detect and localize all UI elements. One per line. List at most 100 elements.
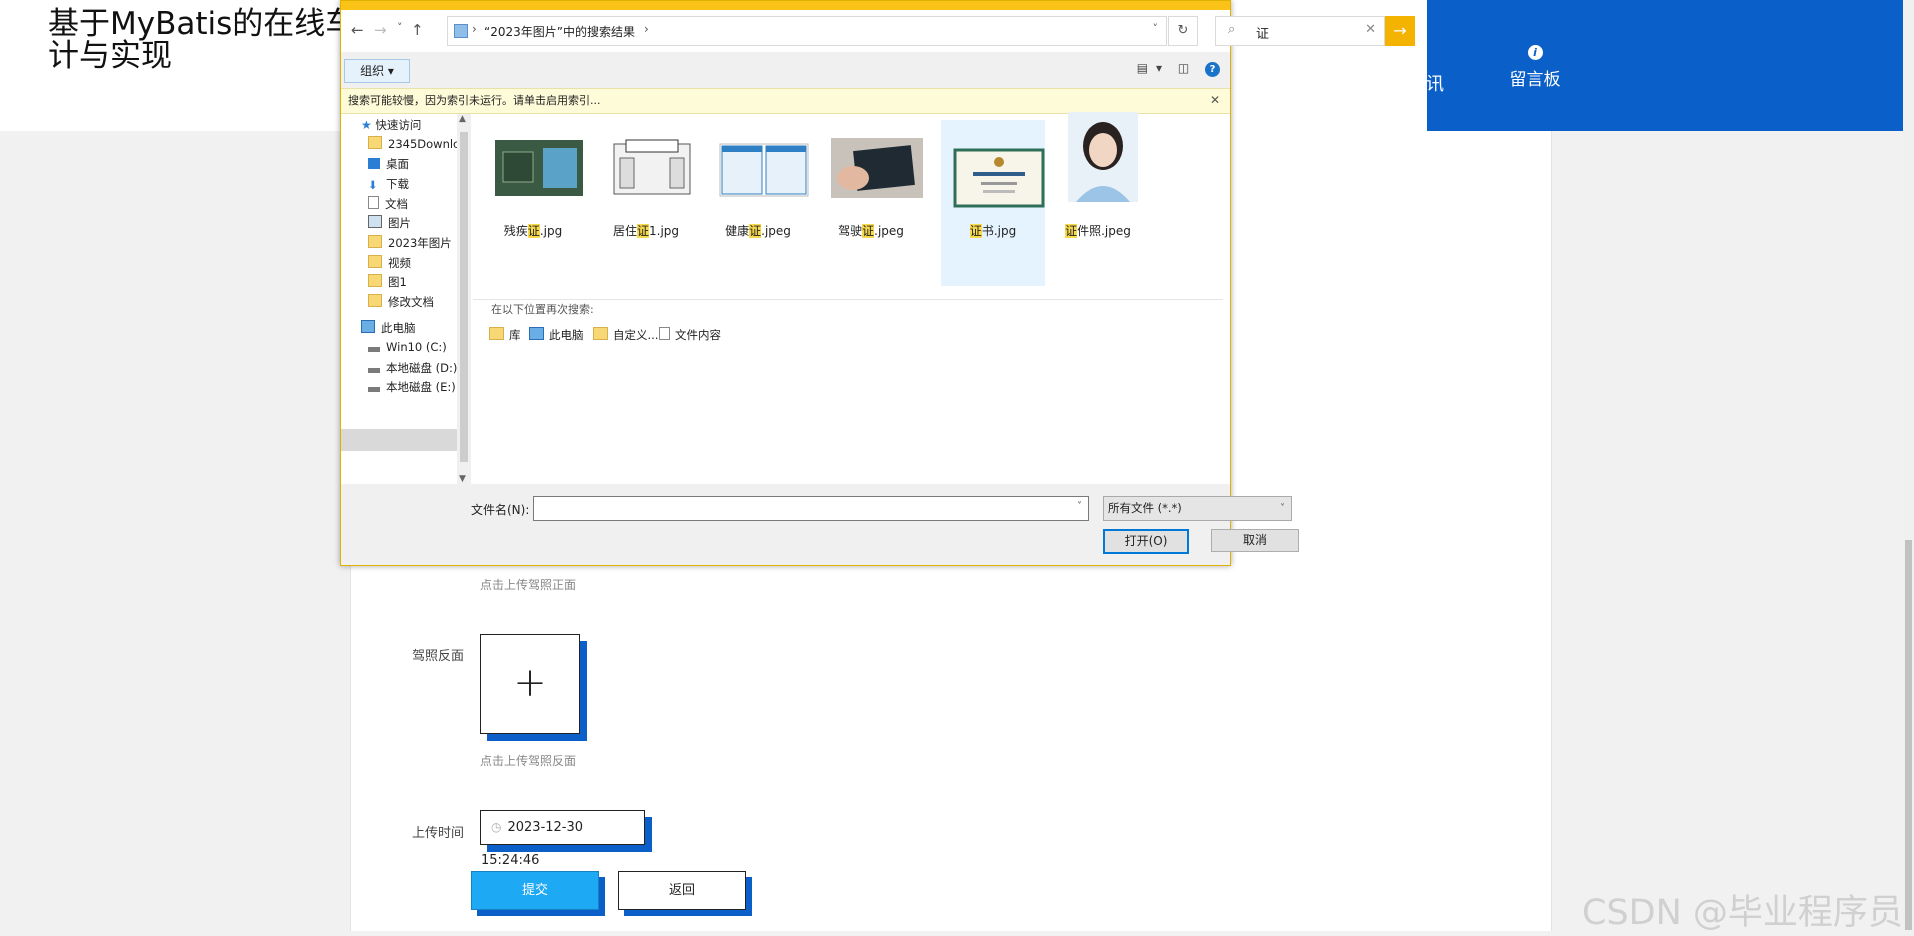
address-bar[interactable]: › “2023年图片”中的搜索结果 › ˅	[447, 16, 1167, 46]
nav-item-pictures[interactable]: 图片	[368, 215, 411, 231]
nav-item-drive-e[interactable]: 本地磁盘 (E:)	[368, 379, 456, 395]
folder-icon	[368, 274, 382, 287]
open-button[interactable]: 打开(O)	[1103, 529, 1189, 554]
file-item[interactable]: 证件照.jpeg	[1046, 112, 1150, 286]
navigation-pane-scrollbar[interactable]: ▲ ▼	[457, 114, 471, 484]
forward-arrow-icon[interactable]: →	[374, 21, 387, 39]
nav-item-label: 此电脑	[381, 321, 416, 335]
clock-icon: ◷	[491, 820, 502, 834]
document-icon	[659, 327, 670, 340]
nav-item-label: 修改文档	[388, 295, 434, 309]
chevron-down-icon[interactable]: ˅	[1153, 22, 1159, 35]
disability-cert-thumbnail	[495, 140, 583, 196]
dialog-titlebar[interactable]	[341, 1, 1230, 10]
desktop-icon	[368, 158, 380, 169]
search-value: 证	[1256, 27, 1270, 42]
search-again-item-label: 自定义...	[613, 328, 659, 342]
scrollbar-thumb[interactable]	[460, 132, 468, 462]
submit-button[interactable]: 提交	[471, 871, 599, 910]
page-scrollbar-thumb[interactable]	[1905, 540, 1912, 930]
front-upload-hint: 点击上传驾照正面	[480, 578, 577, 592]
nav-item-documents[interactable]: 文档	[368, 196, 408, 212]
search-input[interactable]: ⌕ 证 ✕	[1215, 16, 1385, 46]
nav-item-label: Win10 (C:)	[386, 340, 447, 354]
file-item[interactable]: 残疾证.jpg	[481, 120, 585, 286]
dialog-bottom-bar: 文件名(N): ˅ 所有文件 (*.*) ˅ 打开(O) 取消	[341, 484, 1299, 565]
back-license-label: 驾照反面	[412, 649, 465, 664]
recent-locations-icon[interactable]: ˅	[397, 21, 403, 34]
site-title-line1: 基于MyBatis的在线车	[48, 6, 357, 42]
file-type-filter[interactable]: 所有文件 (*.*) ˅	[1103, 496, 1292, 521]
up-arrow-icon[interactable]: ↑	[411, 21, 424, 39]
nav-item-2345downloads[interactable]: 2345Downlc	[368, 136, 459, 151]
back-arrow-icon[interactable]: ←	[351, 21, 364, 39]
nav-item-drive-d[interactable]: 本地磁盘 (D:)	[368, 360, 457, 376]
folder-icon	[368, 255, 382, 268]
nav-message-board-label: 留言板	[1509, 70, 1561, 90]
divider	[473, 299, 1223, 300]
help-icon[interactable]: ?	[1205, 62, 1220, 77]
nav-item-label: 2023年图片	[388, 236, 452, 250]
nav-item-desktop[interactable]: 桌面	[368, 156, 409, 172]
nav-item-figure1[interactable]: 图1	[368, 274, 407, 290]
search-again-libraries[interactable]: 库	[489, 327, 521, 343]
index-info-bar[interactable]: 搜索可能较慢，因为索引未运行。请单击启用索引... ✕	[341, 88, 1230, 114]
watermark: CSDN @毕业程序员	[1582, 893, 1903, 933]
refresh-button[interactable]: ↻	[1168, 16, 1198, 46]
folder-icon	[593, 327, 608, 340]
file-item-selected[interactable]: 证书.jpg	[941, 120, 1045, 286]
address-separator: ›	[472, 22, 477, 36]
back-license-upload[interactable]: +	[480, 634, 580, 734]
search-again-file-contents[interactable]: 文件内容	[659, 327, 721, 343]
back-upload-hint: 点击上传驾照反面	[480, 754, 577, 768]
scroll-down-icon[interactable]: ▼	[459, 474, 466, 484]
file-name: 证书.jpg	[969, 224, 1017, 238]
close-icon[interactable]: ✕	[1210, 89, 1220, 112]
preview-pane-icon[interactable]: ◫	[1178, 61, 1189, 75]
library-icon	[489, 327, 504, 340]
scroll-up-icon[interactable]: ▲	[459, 114, 466, 124]
dialog-address-row: ← → ˅ ↑ › “2023年图片”中的搜索结果 › ˅ ↻ ⌕ 证 ✕ →	[341, 10, 1415, 52]
back-button[interactable]: 返回	[618, 871, 746, 910]
nav-item-this-pc[interactable]: 此电脑	[361, 320, 416, 336]
view-controls: ▤ ▾ ◫ ?	[1125, 61, 1220, 77]
file-item[interactable]: 驾驶证.jpeg	[819, 120, 923, 286]
chevron-down-icon[interactable]: ˅	[1077, 501, 1082, 512]
file-name: 证件照.jpeg	[1065, 224, 1131, 238]
drive-icon	[368, 368, 380, 373]
nav-item-label: 本地磁盘 (E:)	[386, 380, 456, 394]
nav-item-label: 图片	[388, 216, 411, 230]
upload-time-picker[interactable]: ◷ 2023-12-30 15:24:46	[480, 810, 645, 868]
pictures-icon	[368, 215, 382, 228]
nav-item-drive-c[interactable]: Win10 (C:)	[368, 340, 447, 354]
organize-button[interactable]: 组织 ▾	[344, 59, 410, 83]
index-info-message: 搜索可能较慢，因为索引未运行。请单击启用索引...	[348, 94, 601, 107]
search-again-custom[interactable]: 自定义...	[593, 327, 658, 343]
file-item[interactable]: 健康证.jpeg	[706, 120, 810, 286]
site-title: 基于MyBatis的在线车 计与实现	[48, 8, 356, 72]
file-item[interactable]: 居住证1.jpg	[594, 120, 698, 286]
search-again-this-pc[interactable]: 此电脑	[529, 327, 584, 343]
search-go-button[interactable]: →	[1385, 16, 1415, 46]
nav-item-label: 桌面	[386, 157, 409, 171]
document-icon	[368, 196, 379, 209]
folder-icon	[368, 294, 382, 307]
nav-item-2023-pictures[interactable]: 2023年图片	[368, 235, 452, 251]
address-separator: ›	[644, 22, 649, 36]
download-icon: ⬇	[368, 178, 378, 192]
view-options-dropdown-icon[interactable]: ▾	[1156, 61, 1162, 75]
nav-item-downloads[interactable]: ⬇ 下载	[368, 176, 409, 192]
cancel-button[interactable]: 取消	[1211, 529, 1299, 552]
search-again-item-label: 文件内容	[675, 328, 721, 342]
filename-input[interactable]: ˅	[533, 496, 1089, 521]
nav-item-quick-access[interactable]: ★ 快速访问	[361, 117, 421, 133]
certificate-thumbnail	[953, 148, 1045, 208]
residence-permit-thumbnail	[613, 139, 691, 195]
nav-item-partial[interactable]: 讯	[1426, 70, 1444, 96]
clear-search-icon[interactable]: ✕	[1365, 22, 1376, 37]
nav-item-videos[interactable]: 视频	[368, 255, 411, 271]
driving-license-thumbnail	[831, 138, 923, 198]
change-view-icon[interactable]: ▤	[1137, 61, 1148, 75]
nav-item-message-board[interactable]: i 留言板	[1505, 45, 1565, 90]
nav-item-edit-docs[interactable]: 修改文档	[368, 294, 434, 310]
